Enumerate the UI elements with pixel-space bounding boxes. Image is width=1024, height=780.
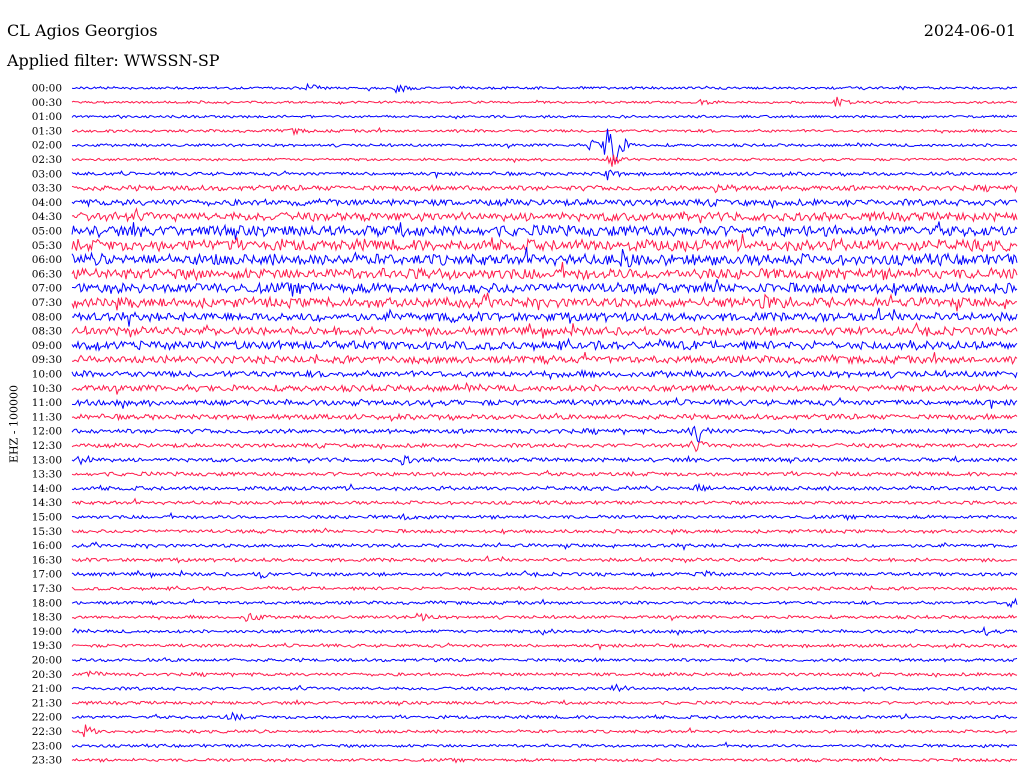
helicorder-chart: 00:00 00:30 01:00 01:30 02:00 02:30 03:00 03:30…: [32, 82, 1018, 767]
trace-row-1800: [71, 597, 1018, 609]
trace-row-1000: [71, 368, 1018, 381]
trace-row-0730: [71, 292, 1017, 312]
row-label-1000: 10:00: [32, 369, 62, 381]
row-label-0200: 02:00: [32, 140, 62, 152]
trace-row-1830: [71, 612, 1018, 623]
row-label-0400: 04:00: [32, 197, 62, 209]
row-label-0100: 01:00: [32, 111, 62, 123]
row-label-1730: 17:30: [32, 583, 62, 595]
trace-row-2300: [71, 741, 1018, 749]
row-label-0230: 02:30: [32, 154, 62, 166]
row-label-1430: 14:30: [32, 497, 62, 509]
trace-row-0800: [71, 307, 1018, 327]
trace-row-1400: [71, 482, 1018, 493]
trace-row-0100: [71, 114, 1017, 120]
row-label-1200: 12:00: [32, 426, 62, 438]
trace-row-1530: [71, 527, 1018, 536]
row-label-1030: 10:30: [32, 383, 62, 395]
trace-row-2330: [71, 756, 1018, 764]
trace-row-0030: [71, 96, 1018, 108]
row-label-0030: 00:30: [32, 97, 62, 109]
row-label-1100: 11:00: [32, 397, 62, 409]
trace-row-1930: [71, 642, 1018, 651]
trace-row-1600: [71, 541, 1018, 552]
row-label-1630: 16:30: [32, 554, 62, 566]
row-label-1930: 19:30: [32, 640, 62, 652]
row-label-0600: 06:00: [32, 254, 62, 266]
trace-row-0130: [71, 126, 1018, 137]
trace-row-1130: [71, 412, 1018, 422]
trace-row-0900: [71, 337, 1018, 352]
trace-row-0530: [71, 233, 1018, 253]
row-label-1130: 11:30: [32, 411, 62, 423]
row-label-0730: 07:30: [32, 297, 62, 309]
trace-row-1900: [72, 625, 1018, 637]
row-label-1530: 15:30: [32, 526, 62, 538]
row-label-1230: 12:30: [32, 440, 62, 452]
trace-row-1430: [71, 497, 1018, 506]
trace-row-1200: [71, 425, 1018, 444]
row-label-0330: 03:30: [32, 183, 62, 195]
row-label-2300: 23:00: [32, 740, 62, 752]
trace-row-1500: [71, 511, 1018, 522]
row-label-1900: 19:00: [32, 626, 62, 638]
trace-row-2230: [71, 724, 1018, 738]
trace-row-1030: [71, 381, 1018, 395]
trace-row-0230: [71, 154, 1017, 167]
row-label-2100: 21:00: [32, 683, 62, 695]
row-label-1700: 17:00: [32, 569, 62, 581]
trace-row-0000: [71, 82, 1018, 94]
row-label-1600: 16:00: [32, 540, 62, 552]
trace-row-2000: [71, 657, 1018, 663]
trace-row-1230: [71, 440, 1018, 453]
row-label-2000: 20:00: [32, 655, 62, 667]
row-label-0700: 07:00: [32, 283, 62, 295]
trace-row-0930: [72, 351, 1018, 366]
trace-row-0330: [71, 183, 1018, 194]
row-label-1830: 18:30: [32, 612, 62, 624]
row-label-0900: 09:00: [32, 340, 62, 352]
trace-row-1630: [71, 555, 1018, 564]
trace-row-0500: [71, 221, 1018, 240]
trace-row-2200: [71, 711, 1018, 722]
row-label-0530: 05:30: [32, 240, 62, 252]
trace-row-2130: [71, 698, 1018, 707]
row-label-1400: 14:00: [32, 483, 62, 495]
trace-row-0400: [71, 197, 1018, 210]
trace-row-1730: [71, 585, 1018, 592]
trace-row-2030: [71, 670, 1018, 678]
trace-row-0600: [71, 247, 1018, 268]
trace-row-1330: [71, 469, 1018, 477]
row-label-1330: 13:30: [32, 469, 62, 481]
row-label-0630: 06:30: [32, 268, 62, 280]
trace-row-0700: [72, 279, 1018, 297]
row-label-1800: 18:00: [32, 597, 62, 609]
row-label-0830: 08:30: [32, 326, 62, 338]
row-label-0130: 01:30: [32, 125, 62, 137]
trace-row-0830: [71, 321, 1018, 339]
trace-row-0200: [71, 128, 1018, 162]
trace-row-1100: [71, 396, 1018, 409]
trace-row-2100: [71, 683, 1018, 693]
trace-row-0300: [71, 169, 1018, 181]
row-label-1500: 15:00: [32, 512, 62, 524]
row-label-2330: 23:30: [32, 755, 62, 767]
row-label-0430: 04:30: [32, 211, 62, 223]
row-label-0300: 03:00: [32, 168, 62, 180]
trace-row-1700: [71, 569, 1018, 580]
row-label-1300: 13:00: [32, 454, 62, 466]
row-label-2130: 21:30: [32, 697, 62, 709]
row-label-2200: 22:00: [32, 712, 62, 724]
row-label-2230: 22:30: [32, 726, 62, 738]
row-label-2030: 20:30: [32, 669, 62, 681]
row-label-0000: 00:00: [32, 83, 62, 95]
row-label-0500: 05:00: [32, 226, 62, 238]
trace-row-0630: [71, 261, 1018, 282]
row-label-0930: 09:30: [32, 354, 62, 366]
trace-row-1300: [71, 454, 1018, 466]
row-label-0800: 08:00: [32, 311, 62, 323]
trace-row-0430: [71, 207, 1018, 224]
